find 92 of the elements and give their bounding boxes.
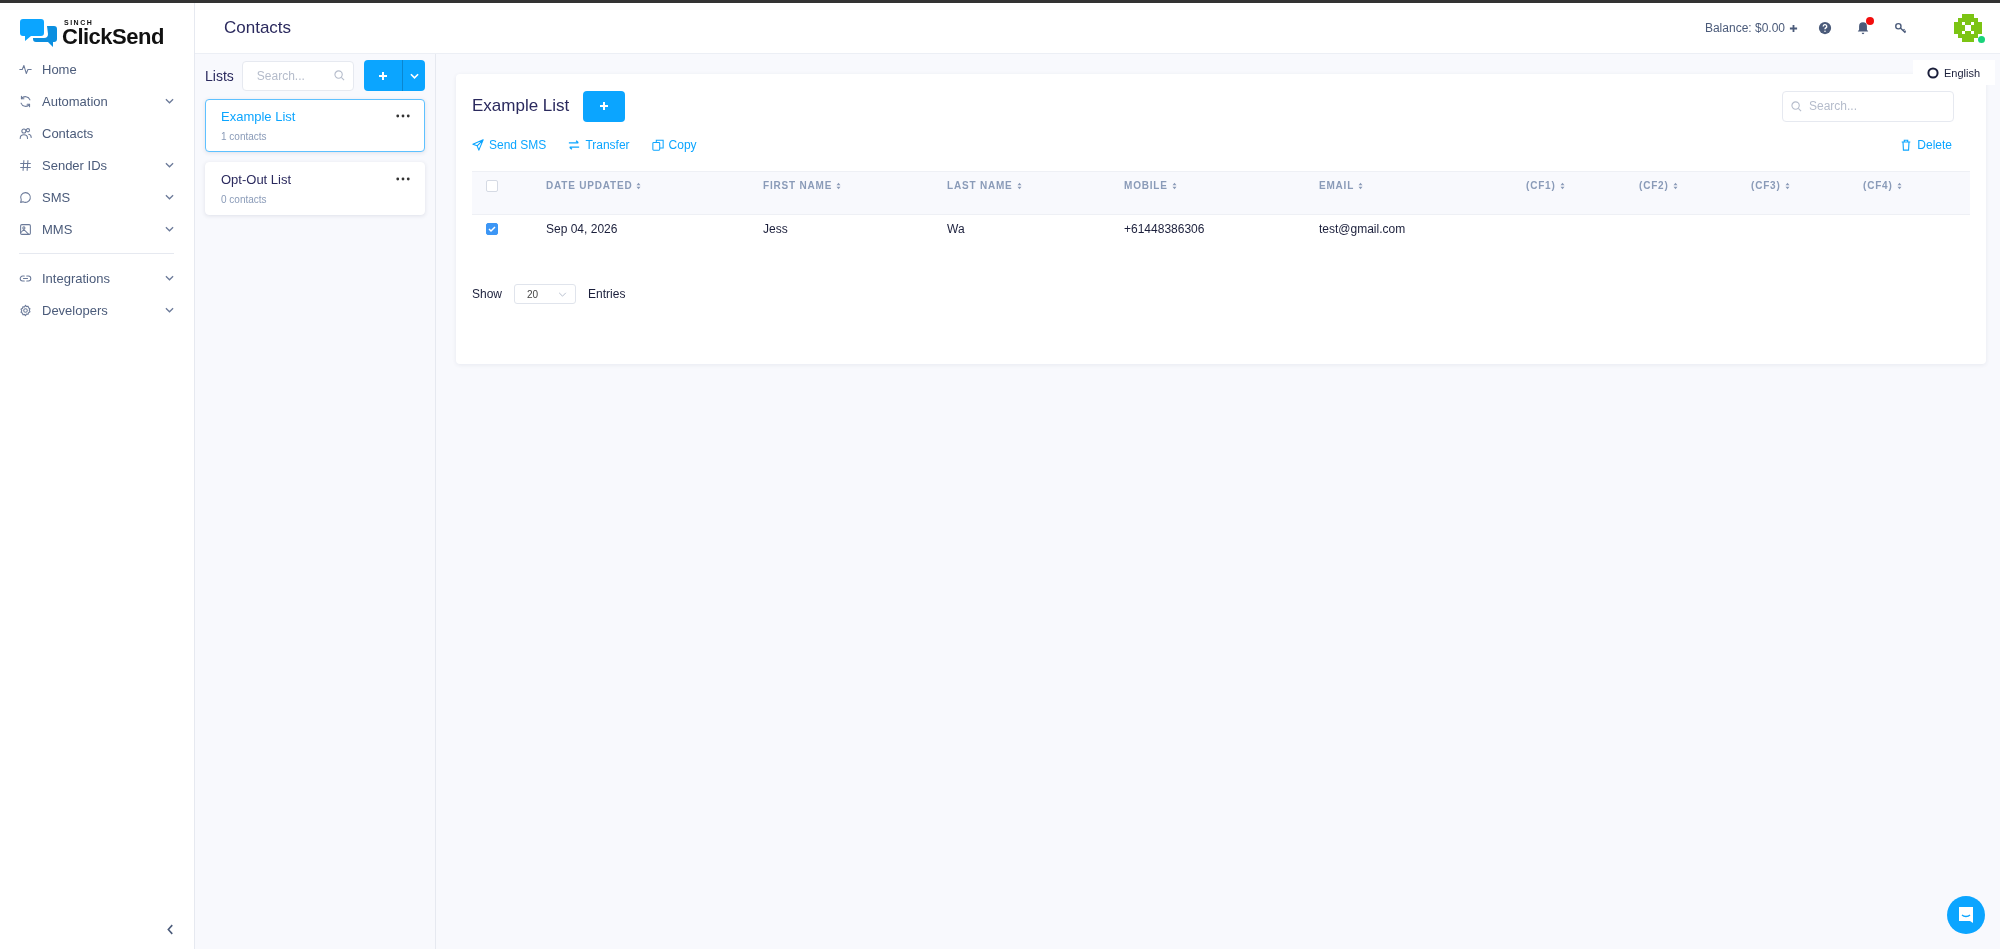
sidebar-item[interactable]: Integrations bbox=[19, 262, 194, 294]
plus-icon bbox=[599, 101, 610, 111]
sidebar-item[interactable]: Home bbox=[19, 53, 194, 85]
people-icon bbox=[19, 126, 32, 140]
column-header[interactable]: LAST NAME bbox=[947, 180, 1013, 191]
sidebar-item[interactable]: Automation bbox=[19, 85, 194, 117]
action-link[interactable]: Copy bbox=[651, 138, 697, 152]
sort-icon[interactable] bbox=[1559, 181, 1565, 190]
contact-count: 0 contacts bbox=[221, 194, 268, 205]
chevron-down-icon bbox=[165, 98, 174, 104]
chevron-down-icon bbox=[165, 307, 174, 313]
sidebar-item[interactable]: Developers bbox=[19, 294, 194, 326]
language-selector[interactable]: English bbox=[1913, 60, 1995, 85]
action-link[interactable]: Send SMS bbox=[472, 138, 547, 152]
list-title: Example List bbox=[472, 96, 570, 116]
sidebar-item[interactable]: SMS bbox=[19, 181, 194, 213]
sort-icon[interactable] bbox=[1784, 181, 1790, 190]
table-cell: Sep 04, 2026 bbox=[546, 222, 618, 237]
sort-icon[interactable] bbox=[1358, 181, 1364, 190]
show-label: Show bbox=[472, 287, 503, 301]
checkbox[interactable] bbox=[486, 223, 498, 236]
image-icon bbox=[19, 222, 32, 236]
chat-icon[interactable] bbox=[1947, 896, 1985, 934]
chat-icon bbox=[19, 190, 32, 204]
add-contact-button[interactable] bbox=[583, 90, 626, 122]
page-size-select[interactable]: 20 bbox=[514, 284, 577, 304]
sort-icon[interactable] bbox=[836, 181, 842, 190]
table-cell: +61448386306 bbox=[1124, 222, 1205, 237]
swap-icon bbox=[568, 139, 581, 151]
sort-icon[interactable] bbox=[1896, 181, 1902, 190]
plus-icon[interactable] bbox=[1789, 23, 1798, 33]
bell-icon[interactable] bbox=[1856, 21, 1870, 35]
column-header[interactable]: DATE UPDATED bbox=[546, 180, 633, 191]
chevron-down-icon bbox=[165, 194, 174, 200]
sort-icon[interactable] bbox=[1672, 181, 1678, 190]
copy-icon bbox=[651, 139, 664, 151]
chevron-down-icon bbox=[165, 226, 174, 232]
table-cell: test@gmail.com bbox=[1319, 222, 1406, 237]
delete-link[interactable]: Delete bbox=[1900, 138, 1952, 152]
gear-icon bbox=[19, 303, 32, 317]
more-icon[interactable] bbox=[396, 177, 410, 181]
circle-icon bbox=[1927, 66, 1939, 79]
trash-icon bbox=[1900, 139, 1913, 151]
hash-icon bbox=[19, 158, 32, 172]
send-icon bbox=[472, 139, 484, 151]
list-name: Example List bbox=[221, 109, 296, 124]
dropdown-button[interactable] bbox=[403, 60, 425, 91]
chevron-down-icon bbox=[558, 291, 568, 297]
list-name: Opt-Out List bbox=[221, 172, 292, 187]
sidebar-item[interactable]: MMS bbox=[19, 213, 194, 245]
lists-title: Lists bbox=[205, 67, 234, 84]
search-icon bbox=[1791, 100, 1802, 112]
column-header[interactable]: FIRST NAME bbox=[763, 180, 833, 191]
table-cell: Wa bbox=[947, 222, 965, 237]
logo-icon bbox=[19, 17, 59, 49]
help-icon[interactable] bbox=[1818, 21, 1832, 35]
sort-icon[interactable] bbox=[1171, 181, 1177, 190]
collapse-icon[interactable] bbox=[167, 924, 174, 935]
contact-count: 1 contacts bbox=[221, 131, 268, 142]
add-list-button[interactable] bbox=[364, 60, 404, 91]
chevron-down-icon bbox=[165, 275, 174, 281]
column-header[interactable]: (CF4) bbox=[1863, 180, 1893, 191]
column-header[interactable]: EMAIL bbox=[1319, 180, 1355, 191]
list-card[interactable]: Example List 1 contacts bbox=[205, 99, 425, 152]
chevron-down-icon bbox=[165, 162, 174, 168]
chevron-down-icon bbox=[409, 72, 419, 79]
sort-icon[interactable] bbox=[636, 181, 642, 190]
column-header[interactable]: (CF3) bbox=[1751, 180, 1781, 191]
search-input[interactable]: Search... bbox=[254, 67, 335, 84]
pulse-icon bbox=[19, 62, 32, 76]
more-icon[interactable] bbox=[396, 114, 410, 118]
search-field[interactable]: Search... bbox=[241, 60, 355, 91]
column-header[interactable]: (CF1) bbox=[1526, 180, 1556, 191]
action-link[interactable]: Transfer bbox=[568, 138, 630, 152]
search-icon bbox=[334, 70, 346, 81]
refresh-icon bbox=[19, 94, 32, 108]
entries-label: Entries bbox=[588, 287, 626, 301]
avatar-icon[interactable] bbox=[1952, 12, 1984, 44]
sort-icon[interactable] bbox=[1016, 181, 1022, 190]
column-header[interactable]: MOBILE bbox=[1124, 180, 1168, 191]
logo-name: ClickSend bbox=[62, 25, 164, 48]
plus-icon bbox=[378, 70, 389, 81]
key-icon[interactable] bbox=[1894, 21, 1908, 35]
page-title: Contacts bbox=[224, 18, 292, 38]
search-input[interactable]: Search... bbox=[1807, 98, 1945, 114]
sidebar-item[interactable]: Sender IDs bbox=[19, 149, 194, 181]
balance-text[interactable]: Balance: $0.00 bbox=[1704, 21, 1785, 35]
list-card[interactable]: Opt-Out List 0 contacts bbox=[205, 162, 425, 215]
column-header[interactable]: (CF2) bbox=[1639, 180, 1669, 191]
search-field[interactable]: Search... bbox=[1782, 90, 1954, 122]
table-cell: Jess bbox=[763, 222, 788, 237]
sidebar-item[interactable]: Contacts bbox=[19, 117, 194, 149]
